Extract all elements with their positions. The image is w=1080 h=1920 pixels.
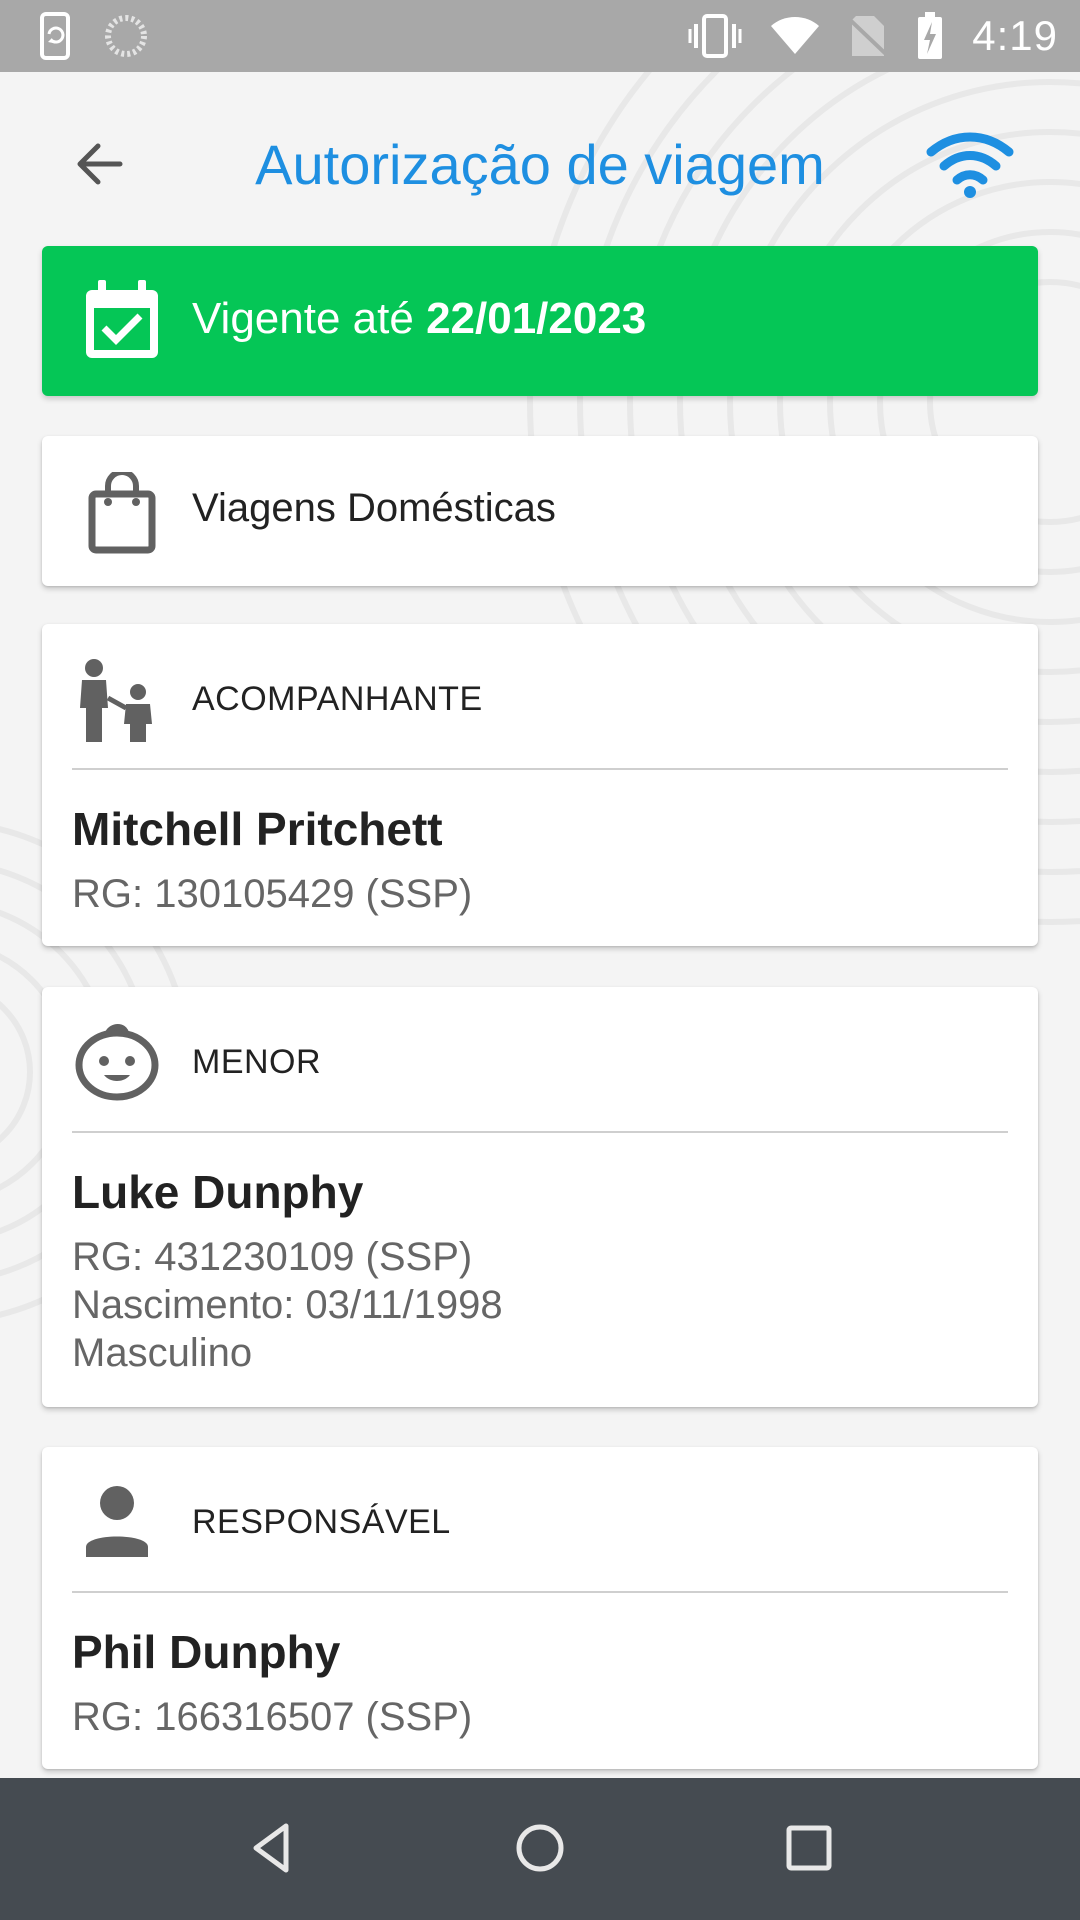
divider bbox=[72, 768, 1008, 770]
status-bar: 4:19 bbox=[0, 0, 1080, 72]
validity-text: Vigente até 22/01/2023 bbox=[192, 294, 646, 344]
status-time: 4:19 bbox=[972, 12, 1058, 59]
trip-type-card[interactable]: Viagens Domésticas bbox=[42, 436, 1038, 586]
companion-name: Mitchell Pritchett bbox=[72, 803, 443, 855]
companion-info: RG: 130105429 (SSP) bbox=[72, 870, 472, 918]
person-icon bbox=[86, 1486, 148, 1557]
page-title: Autorização de viagem bbox=[255, 133, 825, 196]
companion-rg: RG: 130105429 (SSP) bbox=[72, 872, 473, 916]
child-face-icon bbox=[75, 1024, 159, 1101]
validity-label: Vigente até bbox=[192, 294, 414, 343]
status-right: 4:19 bbox=[688, 12, 1058, 60]
divider bbox=[72, 1591, 1008, 1593]
companion-section-label: ACOMPANHANTE bbox=[192, 680, 483, 718]
minor-rg: RG: 431230109 (SSP) bbox=[72, 1235, 473, 1279]
wifi-icon[interactable] bbox=[925, 130, 1015, 200]
guardian-section-label: RESPONSÁVEL bbox=[192, 1503, 451, 1541]
validity-date: 22/01/2023 bbox=[426, 294, 647, 343]
minor-header: MENOR bbox=[42, 987, 1038, 1131]
phone-rotate-icon bbox=[40, 12, 70, 60]
home-circle-icon[interactable] bbox=[510, 1818, 570, 1878]
vibrate-icon bbox=[688, 14, 742, 58]
minor-name: Luke Dunphy bbox=[72, 1166, 364, 1218]
guardian-header: RESPONSÁVEL bbox=[42, 1447, 1038, 1591]
minor-birth: Nascimento: 03/11/1998 bbox=[72, 1283, 503, 1327]
minor-section-label: MENOR bbox=[192, 1043, 322, 1081]
wifi-status-icon bbox=[771, 17, 820, 54]
app-bar: Autorização de viagem bbox=[0, 72, 1080, 252]
back-triangle-icon[interactable] bbox=[242, 1818, 302, 1878]
guardian-rg: RG: 166316507 (SSP) bbox=[72, 1695, 473, 1739]
loading-icon bbox=[105, 15, 147, 57]
trip-type-label: Viagens Domésticas bbox=[192, 486, 556, 530]
calendar-check-icon bbox=[86, 280, 158, 358]
guardian-name: Phil Dunphy bbox=[72, 1626, 341, 1678]
status-left bbox=[36, 12, 148, 60]
navigation-bar bbox=[0, 1778, 1080, 1920]
divider bbox=[72, 1131, 1008, 1133]
minor-card: MENOR Luke Dunphy RG: 431230109 (SSP) Na… bbox=[42, 987, 1038, 1407]
companion-card: ACOMPANHANTE Mitchell Pritchett RG: 1301… bbox=[42, 624, 1038, 946]
minor-gender: Masculino bbox=[72, 1331, 253, 1375]
validity-banner: Vigente até 22/01/2023 bbox=[42, 246, 1038, 396]
guardian-info: RG: 166316507 (SSP) bbox=[72, 1693, 472, 1741]
parent-child-icon bbox=[80, 659, 152, 742]
companion-header: ACOMPANHANTE bbox=[42, 624, 1038, 768]
no-sim-icon bbox=[848, 16, 889, 58]
recents-square-icon[interactable] bbox=[779, 1818, 839, 1878]
minor-info: RG: 431230109 (SSP) Nascimento: 03/11/19… bbox=[72, 1233, 503, 1377]
battery-charging-icon bbox=[918, 12, 943, 59]
guardian-card: RESPONSÁVEL Phil Dunphy RG: 166316507 (S… bbox=[42, 1447, 1038, 1769]
shopping-bag-icon bbox=[88, 472, 156, 554]
